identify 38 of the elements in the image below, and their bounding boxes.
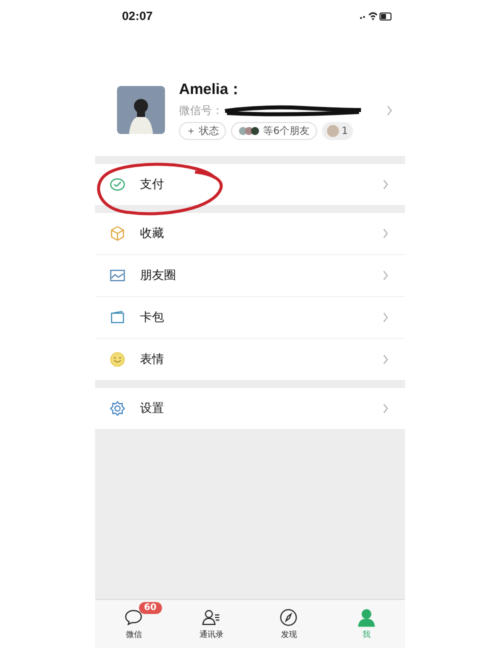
menu-item[interactable]: 收藏 bbox=[95, 213, 405, 255]
person-icon bbox=[356, 608, 376, 627]
cube-icon bbox=[109, 225, 126, 242]
status-button[interactable]: ＋ 状态 bbox=[179, 122, 226, 140]
notice-chip[interactable]: 1 bbox=[322, 122, 353, 140]
menu-item[interactable]: 表情 bbox=[95, 339, 405, 380]
chevron-icon bbox=[382, 403, 389, 414]
tab[interactable]: 60 微信 bbox=[95, 600, 172, 648]
chevron-icon bbox=[382, 270, 389, 281]
avatar-icon[interactable] bbox=[117, 86, 165, 134]
menu-item[interactable]: 朋友圈 bbox=[95, 255, 405, 297]
tab[interactable]: 发现 bbox=[250, 600, 328, 648]
friends-status-chip[interactable]: 等6个朋友 bbox=[231, 122, 317, 140]
friend-avatar-icon bbox=[326, 125, 339, 137]
status-icons-drawing bbox=[359, 11, 393, 21]
contacts-icon bbox=[202, 608, 221, 627]
menu-item[interactable]: 卡包 bbox=[95, 297, 405, 339]
chevron-icon bbox=[382, 179, 389, 190]
chevron-icon bbox=[382, 228, 389, 239]
chevron-icon bbox=[382, 354, 389, 365]
notice-count: 1 bbox=[342, 126, 348, 136]
settings-icon bbox=[109, 400, 126, 417]
tab[interactable]: 通讯录 bbox=[172, 600, 250, 648]
checkmark-bubble-icon bbox=[109, 176, 126, 193]
smiley-icon bbox=[109, 351, 126, 368]
menu-item[interactable]: 支付 bbox=[95, 164, 405, 205]
picture-frame-icon bbox=[109, 267, 126, 284]
status-time: 02:07 bbox=[122, 9, 153, 23]
chevron-icon bbox=[386, 104, 393, 116]
friend-avatars-icon bbox=[238, 126, 260, 136]
unread-badge: 60 bbox=[139, 602, 162, 614]
profile-name: Amelia： bbox=[179, 80, 244, 99]
chevron-icon bbox=[382, 312, 389, 323]
wechat-id-label: 微信号： bbox=[179, 103, 223, 118]
compass-icon bbox=[279, 608, 298, 627]
chat-bubble-icon bbox=[124, 608, 144, 627]
wallet-icon bbox=[109, 309, 126, 326]
menu-item[interactable]: 设置 bbox=[95, 388, 405, 429]
